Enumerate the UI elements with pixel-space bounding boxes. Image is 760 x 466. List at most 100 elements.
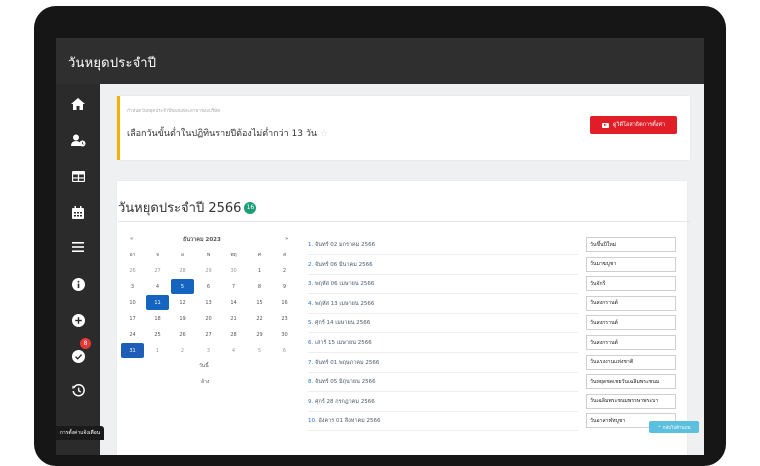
holiday-index: 2.: [308, 261, 314, 268]
calendar-day[interactable]: 9: [273, 279, 296, 294]
sidebar-item-add[interactable]: [56, 306, 100, 334]
info-icon: [71, 277, 85, 291]
sidebar-item-calendar[interactable]: [56, 198, 100, 226]
calendar-day[interactable]: 27: [146, 263, 169, 278]
calendar-day[interactable]: 11: [146, 295, 169, 310]
holiday-row: 3. พฤหัส 06 เมษายน 2566 วันจักรี: [308, 275, 678, 294]
holiday-name-input[interactable]: วันเฉลิมพระชนมพรรษาพระบา: [586, 393, 676, 409]
sidebar-item-info[interactable]: [56, 270, 100, 298]
back-to-top-button[interactable]: ^ กลับไปด้านบน: [649, 421, 699, 433]
holiday-name-input[interactable]: วันสงกรานต์: [586, 315, 676, 331]
calendar-day[interactable]: 3: [197, 343, 220, 358]
holiday-name-input[interactable]: วันสงกรานต์: [586, 335, 676, 350]
calendar-day[interactable]: 2: [171, 343, 194, 358]
calendar-day[interactable]: 29: [248, 327, 271, 342]
calendar-day[interactable]: 30: [222, 263, 245, 278]
sidebar: 8: [56, 84, 100, 455]
holiday-index: 4.: [308, 300, 314, 307]
holiday-index: 1.: [308, 242, 314, 248]
calendar-day[interactable]: 21: [222, 311, 245, 326]
calendar-day[interactable]: 12: [171, 295, 194, 310]
calendar-day[interactable]: 10: [121, 295, 144, 310]
sidebar-item-home[interactable]: [56, 90, 100, 118]
sidebar-item-history[interactable]: [56, 376, 100, 404]
holiday-index: 3.: [308, 281, 314, 288]
holiday-date: 6. เสาร์ 15 เมษายน 2566: [308, 339, 372, 347]
calendar-day[interactable]: 28: [222, 327, 245, 342]
holiday-name-input[interactable]: วันมาฆบูชา: [586, 256, 676, 272]
user-clock-icon: [70, 134, 85, 146]
calendar-day[interactable]: 6: [197, 279, 220, 294]
sidebar-item-menu[interactable]: [56, 233, 100, 261]
calendar-day[interactable]: 5: [171, 279, 194, 294]
calendar-day[interactable]: 8: [248, 279, 271, 294]
holiday-date: 9. ศุกร์ 28 กรกฎาคม 2566: [308, 398, 375, 406]
demo-video-label: ดูวิดีโอสาธิตการตั้งค่า: [612, 122, 666, 128]
calendar-day[interactable]: 25: [146, 327, 169, 342]
sidebar-item-approvals[interactable]: 8: [56, 338, 100, 370]
calendar-day[interactable]: 20: [197, 311, 220, 326]
calendar-day[interactable]: 24: [121, 327, 144, 342]
plus-circle-icon: [71, 313, 85, 327]
calendar-day[interactable]: 23: [273, 311, 296, 326]
calendar-day[interactable]: 2: [273, 263, 296, 278]
row-divider: [308, 430, 578, 432]
calendar-day[interactable]: 7: [222, 279, 245, 294]
holiday-name-input[interactable]: วันขึ้นปีใหม่: [586, 237, 676, 252]
calendar-day[interactable]: 6: [273, 343, 296, 358]
calendar-day[interactable]: 31: [121, 343, 144, 358]
holiday-name-input[interactable]: วันจักรี: [586, 276, 676, 292]
calendar-day[interactable]: 28: [171, 263, 194, 278]
holidays-card: วันหยุดประจำปี 2566 16 « ธันวาคม 2023 » อ…: [117, 181, 690, 455]
holiday-row: 7. จันทร์ 01 พฤษภาคม 2566 วันแรงงานแห่งชา…: [308, 354, 678, 373]
calendar-day[interactable]: 1: [248, 263, 271, 278]
sidebar-item-table[interactable]: [56, 162, 100, 190]
calendar-day[interactable]: 29: [197, 263, 220, 278]
holiday-name-input[interactable]: วันหยุดชดเชยวันเฉลิมพระชนม: [586, 374, 676, 390]
calendar-day[interactable]: 4: [222, 343, 245, 358]
calendar-prev-button[interactable]: «: [130, 236, 133, 242]
calendar-day[interactable]: 27: [197, 327, 220, 342]
holiday-date: 4. พฤหัส 13 เมษายน 2566: [308, 300, 374, 308]
holiday-date-text: พฤหัส 06 เมษายน 2566: [315, 281, 375, 288]
calendar-header: « ธันวาคม 2023 »: [117, 236, 297, 246]
calendar-day[interactable]: 30: [273, 327, 296, 342]
holiday-row: 10. อังคาร 01 สิงหาคม 2566 วันอาสาฬหบูชา: [308, 412, 678, 431]
calendar-next-button[interactable]: »: [285, 236, 288, 242]
home-icon: [71, 98, 85, 110]
page-title: วันหยุดประจำปี: [68, 56, 157, 71]
calendar-month-switch[interactable]: ธันวาคม 2023: [183, 236, 221, 244]
holiday-row: 8. จันทร์ 05 มิถุนายน 2566 วันหยุดชดเชยวั…: [308, 373, 678, 392]
calendar-day[interactable]: 17: [121, 311, 144, 326]
star-icon[interactable]: ☆: [320, 129, 328, 139]
calendar-clear-button[interactable]: ล้าง: [201, 378, 209, 386]
holiday-index: 10.: [308, 418, 317, 425]
table-icon: [71, 170, 85, 182]
holiday-date-text: จันทร์ 06 มีนาคม 2566: [315, 261, 373, 268]
calendar-day[interactable]: 14: [222, 295, 245, 310]
notification-settings-tab[interactable]: การตั้งค่าแจ้งเตือน: [56, 426, 104, 440]
weekday-label: ศ: [257, 251, 262, 258]
sidebar-item-attendance[interactable]: [56, 126, 100, 154]
calendar-day[interactable]: 1: [146, 343, 169, 358]
calendar-day[interactable]: 3: [121, 279, 144, 294]
holiday-name-input[interactable]: วันสงกรานต์: [586, 295, 676, 311]
calendar-day[interactable]: 4: [146, 279, 169, 294]
calendar-day[interactable]: 5: [248, 343, 271, 358]
calendar-day[interactable]: 26: [171, 327, 194, 342]
notification-badge: 8: [80, 338, 91, 349]
holiday-index: 9.: [308, 398, 314, 405]
demo-video-button[interactable]: ดูวิดีโอสาธิตการตั้งค่า: [590, 116, 677, 134]
calendar-today-button[interactable]: วันนี้: [199, 362, 209, 370]
calendar-day[interactable]: 18: [146, 311, 169, 326]
calendar-day[interactable]: 13: [197, 295, 220, 310]
notice-card: กำหนดวันหยุดประจำปีของแต่ละสาขาของบริษัท…: [117, 96, 690, 160]
calendar-day[interactable]: 19: [171, 311, 194, 326]
holiday-name-input[interactable]: วันแรงงานแห่งชาติ: [586, 354, 676, 370]
holiday-date-text: จันทร์ 02 มกราคม 2566: [315, 242, 376, 248]
weekday-label: อ: [180, 251, 184, 258]
calendar-day[interactable]: 16: [273, 295, 296, 310]
calendar-day[interactable]: 22: [248, 311, 271, 326]
calendar-day[interactable]: 15: [248, 295, 271, 310]
calendar-day[interactable]: 26: [121, 263, 144, 278]
